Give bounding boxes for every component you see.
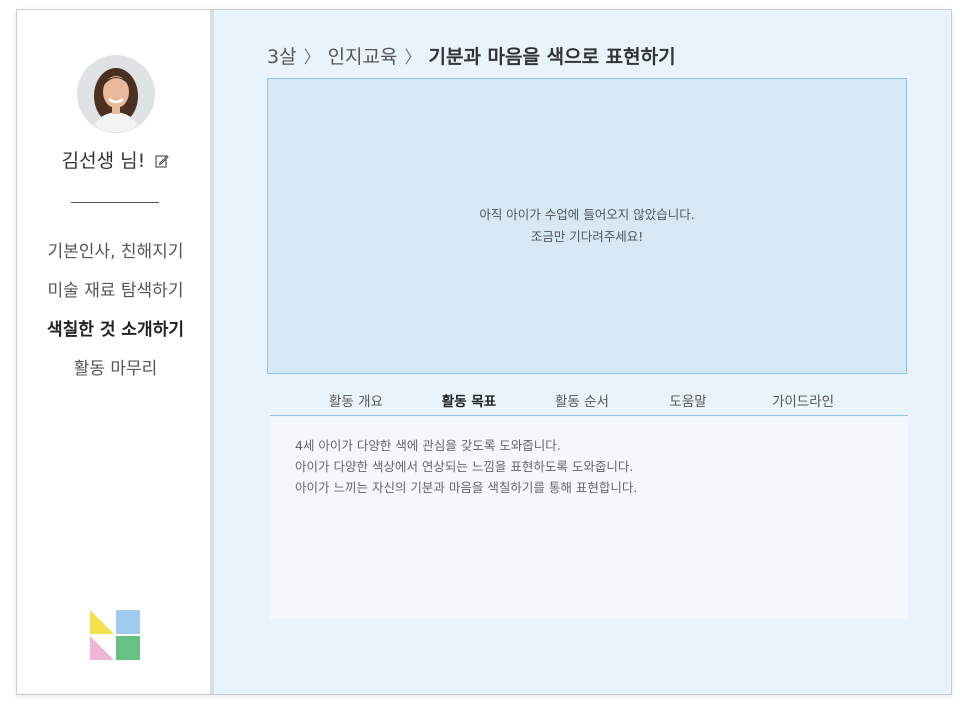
- tab-overview[interactable]: 활동 개요: [329, 390, 383, 410]
- user-greeting: 김선생 님!: [17, 146, 214, 173]
- tab-goals[interactable]: 활동 목표: [442, 390, 496, 410]
- menu-item-greeting[interactable]: 기본인사, 친해지기: [17, 239, 214, 278]
- tab-panel-goals: 4세 아이가 다양한 색에 관심을 갖도록 도와줍니다. 아이가 다양한 색상에…: [270, 417, 908, 619]
- breadcrumb-age[interactable]: 3살: [267, 46, 297, 68]
- tab-help[interactable]: 도움말: [669, 390, 706, 410]
- chevron-right-icon: 〉: [303, 48, 321, 68]
- menu-item-introduce-coloring[interactable]: 색칠한 것 소개하기: [17, 317, 214, 356]
- avatar: [78, 56, 154, 132]
- sidebar: 김선생 님! 기본인사, 친해지기 미술 재료 탐색하기 색칠한 것 소개하기 …: [17, 10, 214, 694]
- goal-line: 아이가 느끼는 자신의 기분과 마음을 색칠하기를 통해 표현합니다.: [295, 480, 638, 495]
- activity-menu: 기본인사, 친해지기 미술 재료 탐색하기 색칠한 것 소개하기 활동 마무리: [17, 239, 214, 395]
- tab-guideline[interactable]: 가이드라인: [772, 390, 834, 410]
- goal-line: 아이가 다양한 색상에서 연상되는 느낌을 표현하도록 도와줍니다.: [295, 459, 634, 474]
- main-content: 3살 〉 인지교육 〉 기분과 마음을 색으로 표현하기 아직 아이가 수업에 들어오지…: [218, 10, 951, 694]
- sidebar-divider: [71, 202, 159, 203]
- tab-order[interactable]: 활동 순서: [555, 390, 609, 410]
- user-honorific: 님!: [120, 150, 146, 172]
- breadcrumb-current: 기분과 마음을 색으로 표현하기: [428, 46, 676, 68]
- goal-line: 4세 아이가 다양한 색에 관심을 갖도록 도와줍니다.: [295, 438, 561, 453]
- waiting-message-line2: 조금만 기다려주세요!: [530, 229, 644, 244]
- edit-icon[interactable]: [155, 151, 170, 168]
- app-window: 김선생 님! 기본인사, 친해지기 미술 재료 탐색하기 색칠한 것 소개하기 …: [16, 9, 952, 695]
- tab-bar: 활동 개요 활동 목표 활동 순서 도움말 가이드라인: [270, 390, 908, 416]
- user-name: 김선생: [61, 150, 115, 172]
- breadcrumb: 3살 〉 인지교육 〉 기분과 마음을 색으로 표현하기: [267, 42, 676, 69]
- waiting-message-line1: 아직 아이가 수업에 들어오지 않았습니다.: [479, 207, 695, 222]
- app-logo: [90, 610, 140, 660]
- menu-item-wrap-up[interactable]: 활동 마무리: [17, 356, 214, 395]
- video-area: 아직 아이가 수업에 들어오지 않았습니다. 조금만 기다려주세요!: [267, 78, 907, 374]
- breadcrumb-category[interactable]: 인지교육: [328, 46, 398, 68]
- menu-item-materials[interactable]: 미술 재료 탐색하기: [17, 278, 214, 317]
- chevron-right-icon: 〉: [404, 48, 422, 68]
